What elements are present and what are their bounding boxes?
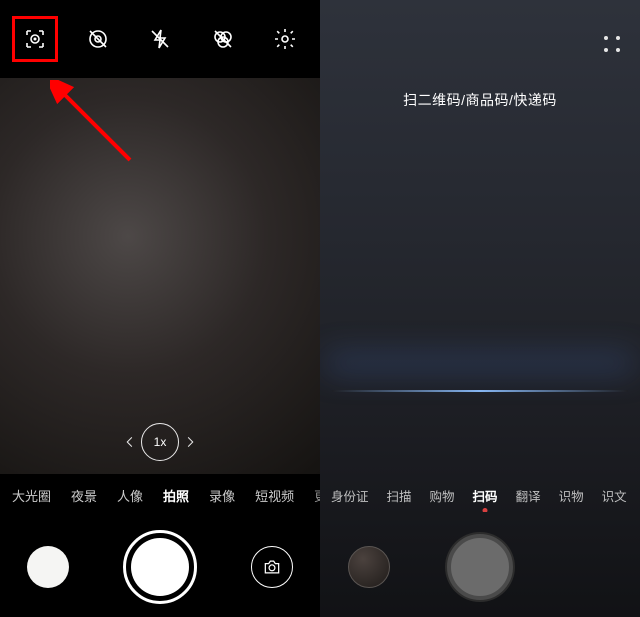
camera-top-toolbar xyxy=(0,0,320,78)
mode-more[interactable]: 更多 xyxy=(304,486,320,505)
shutter-inner xyxy=(131,538,189,596)
scan-line xyxy=(332,390,628,392)
zoom-toggle[interactable]: 1x xyxy=(141,423,179,461)
camera-bottom-bar xyxy=(0,517,320,617)
live-off-icon xyxy=(86,27,110,51)
dot-icon xyxy=(616,36,620,40)
dot-icon xyxy=(604,48,608,52)
gallery-thumbnail[interactable] xyxy=(348,546,390,588)
zoom-value: 1x xyxy=(154,435,167,449)
filter-button[interactable] xyxy=(204,20,242,58)
flash-off-icon xyxy=(148,27,172,51)
mode-photo[interactable]: 拍照 xyxy=(153,486,199,505)
mode-qrcode[interactable]: 扫码 xyxy=(464,486,507,505)
shutter-button[interactable] xyxy=(123,530,197,604)
dot-icon xyxy=(604,36,608,40)
mode-idcard[interactable]: 身份证 xyxy=(322,486,378,505)
scan-shutter-button[interactable] xyxy=(447,534,513,600)
mode-night[interactable]: 夜景 xyxy=(61,486,107,505)
spacer xyxy=(570,546,612,588)
settings-button[interactable] xyxy=(266,20,304,58)
highlight-rect xyxy=(12,16,58,62)
mode-portrait[interactable]: 人像 xyxy=(107,486,153,505)
mode-shortvideo[interactable]: 短视频 xyxy=(245,486,304,505)
live-photo-button[interactable] xyxy=(79,20,117,58)
dot-icon xyxy=(616,48,620,52)
mode-video[interactable]: 录像 xyxy=(199,486,245,505)
scan-app-screenshot: 扫二维码/商品码/快递码 身份证 扫描 购物 扫码 翻译 识物 识文 xyxy=(320,0,640,617)
camera-app-screenshot: 1x 大光圈 夜景 人像 拍照 录像 短视频 更多 xyxy=(0,0,320,617)
scan-bottom-bar xyxy=(320,517,640,617)
ai-lens-button[interactable] xyxy=(16,20,54,58)
scan-mode-strip[interactable]: 身份证 扫描 购物 扫码 翻译 识物 识文 xyxy=(320,478,640,512)
mode-text[interactable]: 识文 xyxy=(593,486,636,505)
gallery-thumbnail[interactable] xyxy=(27,546,69,588)
gear-icon xyxy=(273,27,297,51)
camera-viewfinder[interactable] xyxy=(0,78,320,474)
mode-aperture[interactable]: 大光圈 xyxy=(2,486,61,505)
mode-shopping[interactable]: 购物 xyxy=(421,486,464,505)
switch-camera-button[interactable] xyxy=(251,546,293,588)
mode-translate[interactable]: 翻译 xyxy=(507,486,550,505)
flash-button[interactable] xyxy=(141,20,179,58)
filter-off-icon xyxy=(211,27,235,51)
mode-scan-doc[interactable]: 扫描 xyxy=(378,486,421,505)
menu-button[interactable] xyxy=(604,36,622,54)
scan-instruction: 扫二维码/商品码/快递码 xyxy=(320,90,640,110)
switch-camera-icon xyxy=(262,557,282,577)
camera-mode-strip[interactable]: 大光圈 夜景 人像 拍照 录像 短视频 更多 xyxy=(0,478,320,512)
mode-object[interactable]: 识物 xyxy=(550,486,593,505)
